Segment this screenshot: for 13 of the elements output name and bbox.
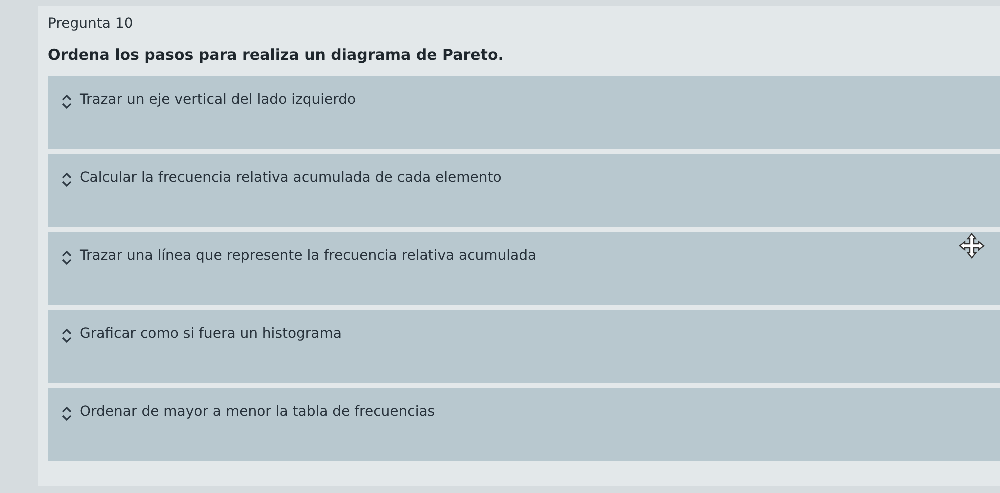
sortable-item[interactable]: Calcular la frecuencia relativa acumulada de cada elemento bbox=[48, 154, 1000, 227]
sortable-item[interactable]: Graficar como si fuera un histograma bbox=[48, 310, 1000, 383]
step-text: Graficar como si fuera un histograma bbox=[80, 326, 342, 342]
sortable-item[interactable]: Trazar un eje vertical del lado izquierdo bbox=[48, 76, 1000, 149]
step-text: Ordenar de mayor a menor la tabla de frecuencias bbox=[80, 404, 436, 420]
sortable-item[interactable]: Trazar una línea que represente la frecuencia relativa acumulada bbox=[48, 232, 1000, 305]
move-cursor-icon bbox=[958, 232, 986, 260]
question-prompt: Ordena los pasos para realiza un diagrama de Pareto. bbox=[48, 46, 505, 64]
question-number: Pregunta 10 bbox=[48, 16, 134, 32]
step-text: Trazar una línea que represente la frecuencia relativa acumulada bbox=[80, 248, 537, 264]
step-text: Trazar un eje vertical del lado izquierdo bbox=[80, 92, 356, 108]
step-text: Calcular la frecuencia relativa acumulada de cada elemento bbox=[80, 170, 502, 186]
sortable-item[interactable]: Ordenar de mayor a menor la tabla de frecuencias bbox=[48, 388, 1000, 461]
